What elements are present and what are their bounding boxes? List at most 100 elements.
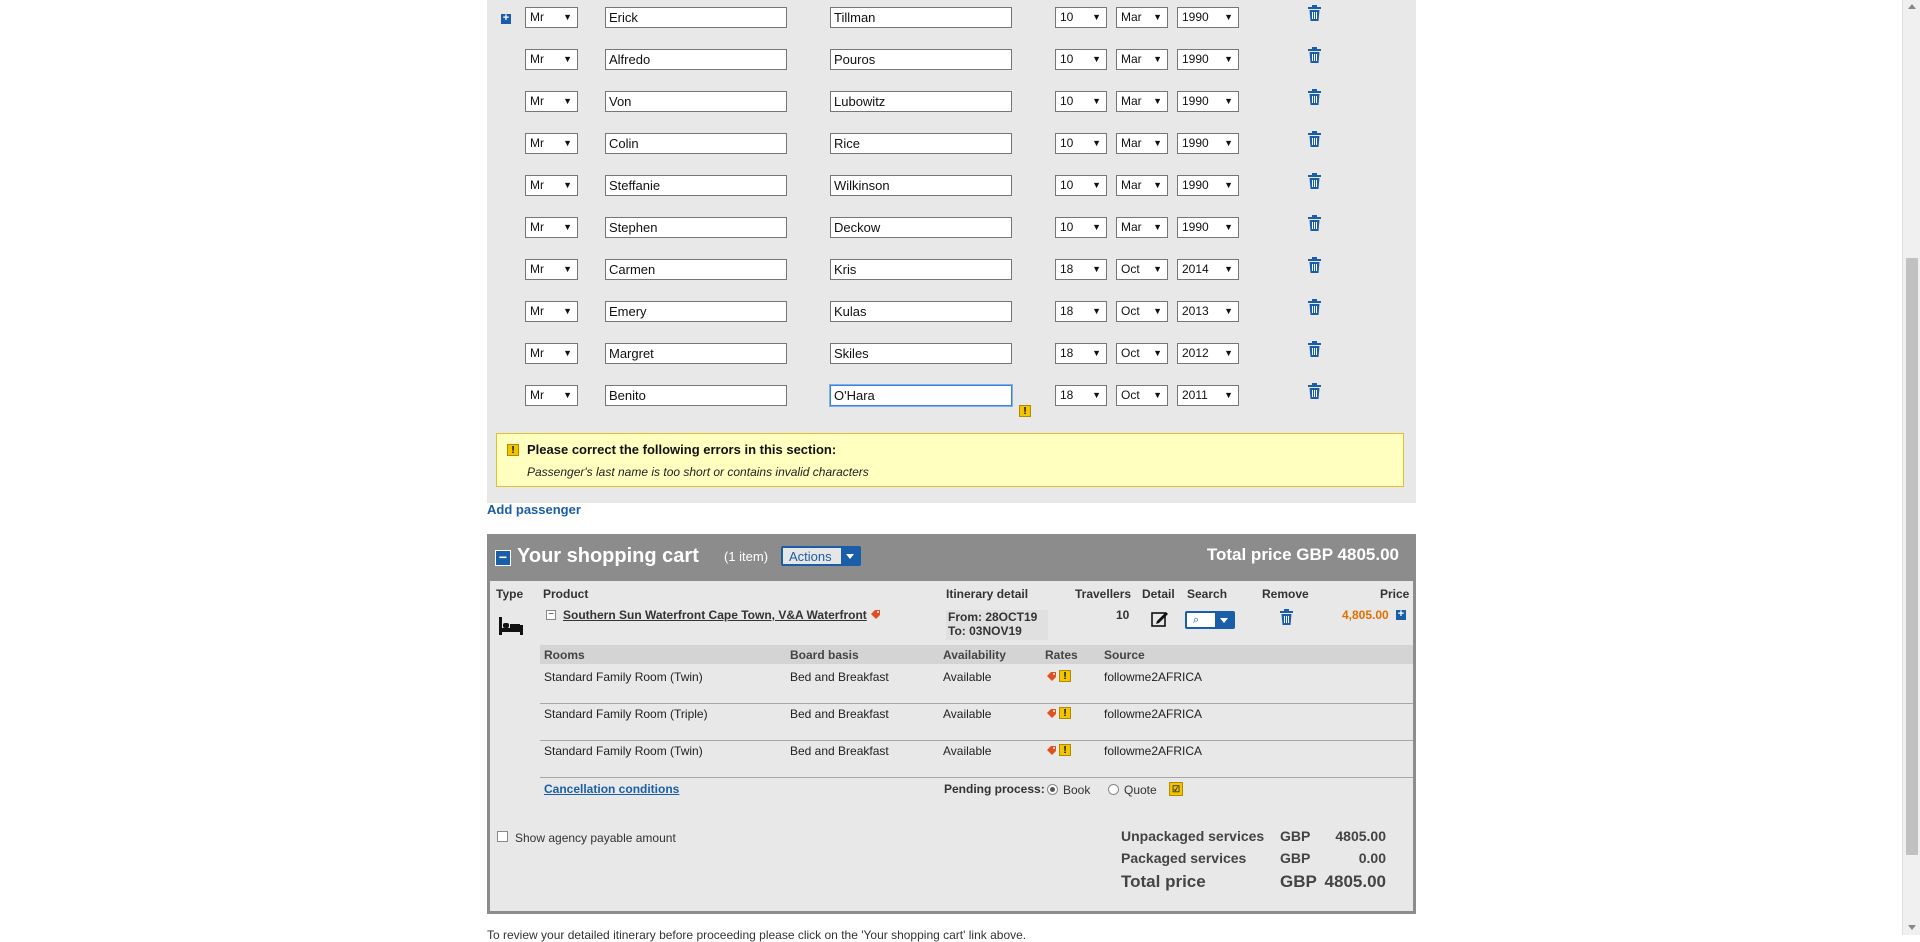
expand-icon[interactable]: + [1396, 609, 1406, 620]
last-name-input[interactable]: Kulas [830, 301, 1012, 322]
birth-day-select[interactable]: 10 ▼ [1055, 217, 1107, 238]
show-agency-checkbox[interactable] [497, 831, 508, 842]
birth-year-select[interactable]: 1990 ▼ [1177, 175, 1239, 196]
last-name-input[interactable]: O'Hara [830, 385, 1012, 406]
cart-title[interactable]: Your shopping cart [517, 545, 699, 568]
birth-year-select[interactable]: 1990 ▼ [1177, 133, 1239, 154]
birth-month-select[interactable]: Mar ▼ [1116, 217, 1168, 238]
trash-icon[interactable] [1308, 341, 1322, 359]
search-button[interactable]: ⌕ [1185, 611, 1235, 629]
title-select[interactable]: Mr ▼ [525, 385, 578, 406]
birth-day-value: 10 [1060, 136, 1074, 150]
birth-day-select[interactable]: 18 ▼ [1055, 259, 1107, 280]
birth-month-value: Mar [1121, 10, 1142, 24]
trash-icon[interactable] [1308, 5, 1322, 23]
trash-icon[interactable] [1308, 89, 1322, 107]
first-name-input[interactable]: Margret [605, 343, 787, 364]
birth-year-select[interactable]: 1990 ▼ [1177, 217, 1239, 238]
birth-year-select[interactable]: 1990 ▼ [1177, 49, 1239, 70]
collapse-icon[interactable]: − [495, 550, 511, 566]
add-passenger-link[interactable]: Add passenger [487, 502, 581, 517]
birth-day-select[interactable]: 18 ▼ [1055, 301, 1107, 322]
trash-icon[interactable] [1308, 383, 1322, 401]
scroll-up-icon[interactable] [1908, 4, 1916, 9]
last-name-input[interactable]: Tillman [830, 7, 1012, 28]
birth-month-select[interactable]: Mar ▼ [1116, 133, 1168, 154]
passenger-row: Mr ▼ Steffanie Wilkinson 10 ▼ Mar ▼ 1990 ▼ [487, 173, 1416, 201]
birth-month-select[interactable]: Oct ▼ [1116, 259, 1168, 280]
first-name-input[interactable]: Stephen [605, 217, 787, 238]
birth-day-select[interactable]: 18 ▼ [1055, 343, 1107, 364]
birth-year-select[interactable]: 2013 ▼ [1177, 301, 1239, 322]
birth-year-select[interactable]: 2011 ▼ [1177, 385, 1239, 406]
title-select[interactable]: Mr ▼ [525, 175, 578, 196]
birth-year-select[interactable]: 2012 ▼ [1177, 343, 1239, 364]
first-name-input[interactable]: Steffanie [605, 175, 787, 196]
trash-icon[interactable] [1308, 299, 1322, 317]
product-name-link[interactable]: Southern Sun Waterfront Cape Town, V&A W… [563, 608, 867, 622]
product-collapse-icon[interactable]: − [546, 610, 556, 620]
actions-button[interactable]: Actions [781, 546, 861, 566]
title-value: Mr [530, 262, 544, 276]
title-select[interactable]: Mr ▼ [525, 301, 578, 322]
trash-icon[interactable] [1308, 47, 1322, 65]
birth-year-select[interactable]: 2014 ▼ [1177, 259, 1239, 280]
birth-day-select[interactable]: 10 ▼ [1055, 7, 1107, 28]
title-select[interactable]: Mr ▼ [525, 7, 578, 28]
first-name-input[interactable]: Benito [605, 385, 787, 406]
birth-month-select[interactable]: Mar ▼ [1116, 49, 1168, 70]
col-travellers: Travellers [1075, 587, 1132, 601]
warning-icon[interactable]: ! [1059, 744, 1071, 756]
last-name-input[interactable]: Wilkinson [830, 175, 1012, 196]
trash-icon[interactable] [1308, 215, 1322, 233]
first-name-input[interactable]: Alfredo [605, 49, 787, 70]
cancellation-conditions-link[interactable]: Cancellation conditions [544, 782, 679, 796]
last-name-input[interactable]: Pouros [830, 49, 1012, 70]
first-name-input[interactable]: Erick [605, 7, 787, 28]
last-name-input[interactable]: Deckow [830, 217, 1012, 238]
first-name-input[interactable]: Colin [605, 133, 787, 154]
edit-icon[interactable] [1150, 609, 1170, 629]
expand-icon[interactable]: + [501, 13, 511, 24]
warning-icon[interactable]: ! [1059, 670, 1071, 682]
birth-day-select[interactable]: 10 ▼ [1055, 133, 1107, 154]
last-name-input[interactable]: Kris [830, 259, 1012, 280]
title-select[interactable]: Mr ▼ [525, 91, 578, 112]
title-value: Mr [530, 220, 544, 234]
birth-month-select[interactable]: Oct ▼ [1116, 343, 1168, 364]
title-select[interactable]: Mr ▼ [525, 259, 578, 280]
scrollbar-thumb[interactable] [1906, 258, 1918, 855]
birth-day-select[interactable]: 10 ▼ [1055, 49, 1107, 70]
pending-icon[interactable]: ☑ [1169, 782, 1183, 796]
title-select[interactable]: Mr ▼ [525, 343, 578, 364]
birth-month-select[interactable]: Oct ▼ [1116, 301, 1168, 322]
last-name-input[interactable]: Rice [830, 133, 1012, 154]
last-name-input[interactable]: Skiles [830, 343, 1012, 364]
trash-icon[interactable] [1308, 131, 1322, 149]
trash-icon[interactable] [1308, 257, 1322, 275]
birth-year-select[interactable]: 1990 ▼ [1177, 7, 1239, 28]
scroll-down-icon[interactable] [1908, 925, 1916, 930]
trash-icon[interactable] [1280, 609, 1293, 625]
birth-month-select[interactable]: Mar ▼ [1116, 175, 1168, 196]
book-radio[interactable] [1047, 784, 1058, 795]
trash-icon[interactable] [1308, 173, 1322, 191]
birth-day-select[interactable]: 10 ▼ [1055, 91, 1107, 112]
birth-month-select[interactable]: Mar ▼ [1116, 91, 1168, 112]
birth-day-select[interactable]: 10 ▼ [1055, 175, 1107, 196]
first-name-input[interactable]: Carmen [605, 259, 787, 280]
birth-month-select[interactable]: Mar ▼ [1116, 7, 1168, 28]
dropdown-arrow-icon: ▼ [1092, 180, 1101, 190]
last-name-input[interactable]: Lubowitz [830, 91, 1012, 112]
page-scrollbar[interactable] [1902, 0, 1920, 935]
title-select[interactable]: Mr ▼ [525, 217, 578, 238]
first-name-input[interactable]: Emery [605, 301, 787, 322]
first-name-input[interactable]: Von [605, 91, 787, 112]
birth-day-select[interactable]: 18 ▼ [1055, 385, 1107, 406]
warning-icon[interactable]: ! [1059, 707, 1071, 719]
title-select[interactable]: Mr ▼ [525, 133, 578, 154]
birth-year-select[interactable]: 1990 ▼ [1177, 91, 1239, 112]
birth-month-select[interactable]: Oct ▼ [1116, 385, 1168, 406]
title-select[interactable]: Mr ▼ [525, 49, 578, 70]
quote-radio[interactable] [1108, 784, 1119, 795]
